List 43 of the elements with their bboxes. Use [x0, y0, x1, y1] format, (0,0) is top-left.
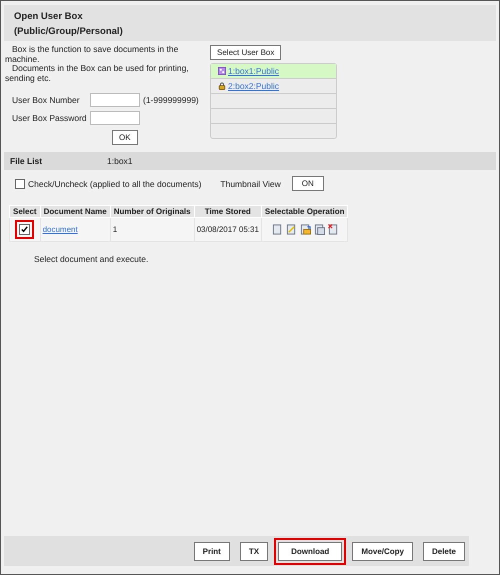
select-user-box-button[interactable]: Select User Box: [210, 45, 282, 60]
input-field[interactable]: [90, 93, 140, 107]
box-list-item[interactable]: 1:box1:Public: [211, 64, 336, 79]
action-button[interactable]: Print: [194, 542, 230, 560]
ok-button[interactable]: OK: [112, 130, 138, 145]
box-link[interactable]: 1:box1:Public: [228, 66, 280, 76]
field-label: User Box Password: [12, 113, 87, 123]
description-text: Documents in the Box can be used for printing, sending etc.: [5, 64, 190, 83]
box-name: 1:box1: [107, 156, 133, 166]
document-link[interactable]: document: [42, 225, 78, 234]
box-link[interactable]: 2:box2:Public: [228, 81, 280, 91]
folder-document-icon[interactable]: [300, 224, 311, 235]
action-button[interactable]: TX: [240, 542, 268, 560]
action-button[interactable]: Download: [278, 542, 342, 560]
thumbnail-view-label: Thumbnail View: [220, 178, 281, 188]
table-cell: 1: [110, 218, 194, 242]
group-icon: [218, 67, 226, 75]
page-document-icon[interactable]: [272, 224, 283, 235]
description-text: Box is the function to save documents in the machine.: [5, 45, 180, 64]
copy-document-icon[interactable]: [314, 224, 325, 235]
input-field[interactable]: [90, 111, 140, 125]
instruction-text: Select document and execute.: [34, 254, 150, 264]
page-title: Open User Box: [14, 10, 84, 24]
checkbox[interactable]: [15, 178, 25, 188]
section-title: File List: [10, 156, 44, 166]
action-button[interactable]: Move/Copy: [352, 542, 413, 560]
range-hint: (1-999999999): [143, 95, 199, 105]
delete-document-icon[interactable]: [328, 224, 339, 235]
checkbox[interactable]: [19, 224, 30, 235]
page-subtitle: (Public/Group/Personal): [14, 25, 124, 39]
edit-document-icon[interactable]: [286, 224, 297, 235]
lock-icon: [218, 82, 226, 90]
column-header: Number of Originals: [110, 206, 194, 218]
column-header: Select: [10, 206, 40, 218]
box-list-item[interactable]: 2:box2:Public: [211, 79, 336, 94]
column-header: Document Name: [40, 206, 110, 218]
checkbox-label: Check/Uncheck (applied to all the documents): [28, 178, 202, 188]
field-label: User Box Number: [12, 95, 81, 105]
action-button[interactable]: Delete: [422, 542, 465, 560]
table-cell: 03/08/2017 05:31: [194, 218, 262, 242]
column-header: Time Stored: [194, 206, 262, 218]
thumbnail-toggle-button[interactable]: ON: [292, 176, 324, 191]
column-header: Selectable Operation: [261, 206, 348, 218]
